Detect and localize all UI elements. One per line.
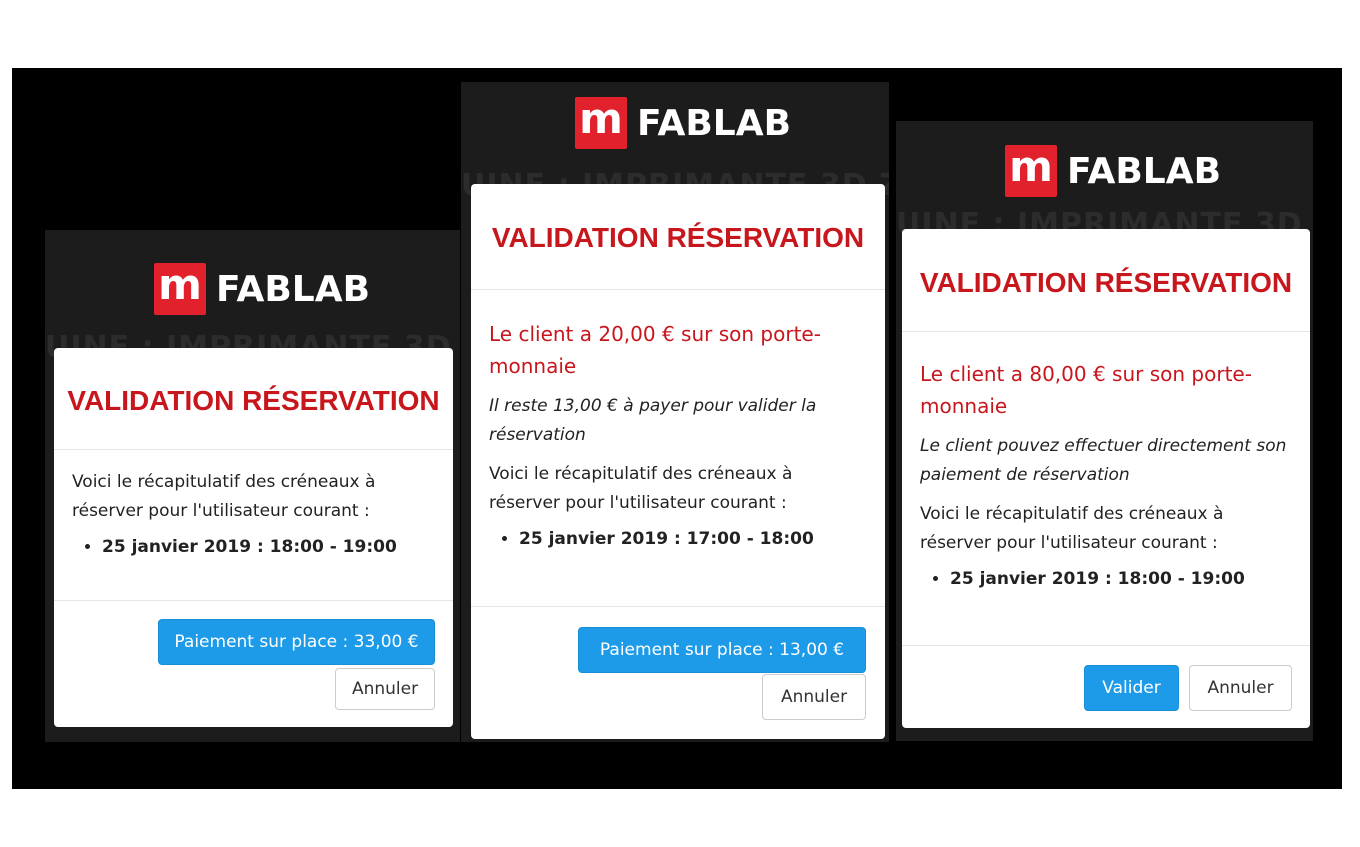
modal-header: VALIDATION RÉSERVATION: [54, 348, 453, 450]
slot-list: 25 janvier 2019 : 17:00 - 18:00: [489, 526, 867, 552]
modal-body: Voici le récapitulatif des créneaux à ré…: [54, 450, 453, 560]
remaining-note: Il reste 13,00 € à payer pour valider la…: [489, 396, 817, 445]
validate-button[interactable]: Valider: [1084, 665, 1179, 711]
fablab-logo: m FABLAB: [1005, 145, 1221, 197]
logo-mark-icon: m: [575, 97, 627, 149]
slot-item: 25 janvier 2019 : 18:00 - 19:00: [950, 566, 1292, 592]
modal-footer: Valider Annuler: [902, 645, 1310, 728]
logo-mark-icon: m: [154, 263, 206, 315]
cancel-button[interactable]: Annuler: [1189, 665, 1292, 711]
slot-item: 25 janvier 2019 : 17:00 - 18:00: [519, 526, 867, 552]
fablab-logo: m FABLAB: [154, 263, 370, 315]
fablab-logo: m FABLAB: [575, 97, 791, 149]
modal-header: VALIDATION RÉSERVATION: [471, 184, 885, 290]
modal-title: VALIDATION RÉSERVATION: [67, 385, 440, 416]
slot-list: 25 janvier 2019 : 18:00 - 19:00: [72, 534, 435, 560]
reservation-modal-right: VALIDATION RÉSERVATION Le client a 80,00…: [902, 229, 1310, 728]
pay-on-site-button[interactable]: Paiement sur place : 13,00 €: [578, 627, 866, 673]
recap-text: Voici le récapitulatif des créneaux à ré…: [489, 464, 793, 513]
slot-item: 25 janvier 2019 : 18:00 - 19:00: [102, 534, 435, 560]
recap-text: Voici le récapitulatif des créneaux à ré…: [920, 504, 1224, 553]
cancel-button[interactable]: Annuler: [762, 674, 866, 720]
modal-footer: Paiement sur place : 13,00 € Annuler: [471, 606, 885, 739]
reservation-modal-left: VALIDATION RÉSERVATION Voici le récapitu…: [54, 348, 453, 727]
pay-on-site-button[interactable]: Paiement sur place : 33,00 €: [158, 619, 435, 665]
wallet-balance: Le client a 20,00 € sur son porte-monnai…: [489, 322, 821, 378]
logo-text: FABLAB: [1067, 150, 1222, 192]
slot-list: 25 janvier 2019 : 18:00 - 19:00: [920, 566, 1292, 592]
modal-header: VALIDATION RÉSERVATION: [902, 229, 1310, 332]
wallet-balance: Le client a 80,00 € sur son porte-monnai…: [920, 362, 1252, 418]
logo-mark-icon: m: [1005, 145, 1057, 197]
modal-title: VALIDATION RÉSERVATION: [491, 222, 865, 253]
reservation-modal-middle: VALIDATION RÉSERVATION Le client a 20,00…: [471, 184, 885, 739]
logo-text: FABLAB: [637, 102, 792, 144]
direct-payment-note: Le client pouvez effectuer directement s…: [920, 436, 1287, 485]
logo-text: FABLAB: [216, 268, 371, 310]
modal-body: Le client a 80,00 € sur son porte-monnai…: [902, 332, 1310, 592]
modal-body: Le client a 20,00 € sur son porte-monnai…: [471, 290, 885, 552]
modal-title: VALIDATION RÉSERVATION: [919, 267, 1293, 298]
modal-footer: Paiement sur place : 33,00 € Annuler: [54, 600, 453, 727]
recap-text: Voici le récapitulatif des créneaux à ré…: [72, 472, 376, 521]
cancel-button[interactable]: Annuler: [335, 668, 435, 710]
